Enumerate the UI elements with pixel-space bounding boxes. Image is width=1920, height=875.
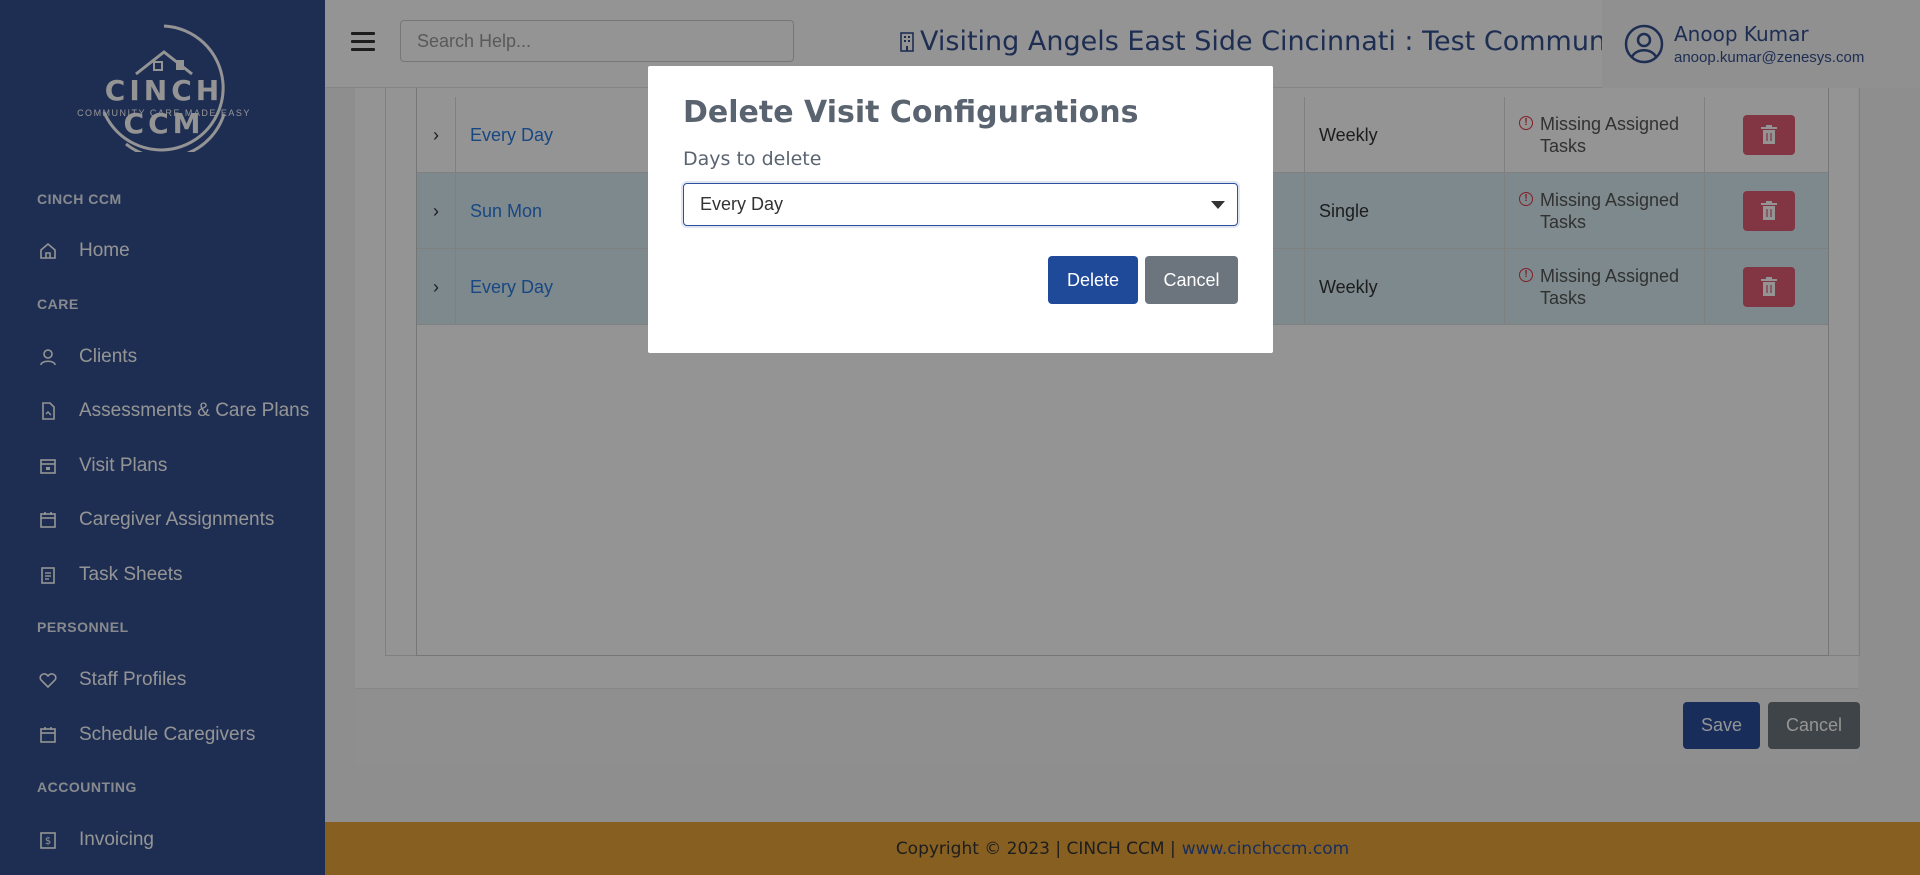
dropdown-caret-icon xyxy=(1211,201,1225,209)
selected-value: Every Day xyxy=(700,194,784,214)
dialog-title: Delete Visit Configurations xyxy=(683,95,1139,130)
delete-button[interactable]: Delete xyxy=(1048,256,1138,304)
dialog-cancel-button[interactable]: Cancel xyxy=(1145,256,1238,304)
days-to-delete-select[interactable]: Every Day xyxy=(683,183,1238,226)
delete-visit-configurations-dialog: Delete Visit Configurations Days to dele… xyxy=(648,66,1273,353)
days-to-delete-label: Days to delete xyxy=(683,148,822,170)
